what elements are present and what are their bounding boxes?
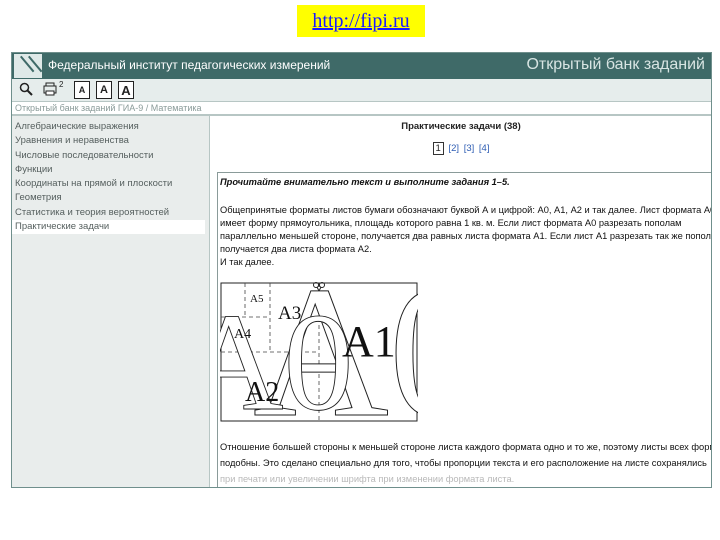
text-line: И так далее.: [220, 257, 275, 267]
task-panel: Прочитайте внимательно текст и выполните…: [217, 172, 711, 487]
sidebar-item-functions[interactable]: Функции: [12, 163, 209, 177]
fipi-link[interactable]: http://fipi.ru: [312, 10, 409, 33]
sidebar-item-practical[interactable]: Практические задачи: [12, 220, 205, 235]
font-small-button[interactable]: A: [74, 81, 90, 99]
a3-label: A3: [278, 303, 301, 324]
page-current[interactable]: 1: [432, 142, 444, 155]
paper-formats-figure: A0 A0 A1 A2 A3 A4 A5: [220, 281, 418, 423]
text-line: Отношение большей стороны к меньшей стор…: [220, 442, 711, 452]
pagination: 1 [2] [3] [4]: [211, 142, 711, 155]
font-large-button[interactable]: A: [118, 81, 134, 99]
org-title: Федеральный институт педагогических изме…: [48, 58, 331, 72]
a4-label: A4: [234, 327, 251, 342]
print-icon[interactable]: [42, 81, 58, 97]
sidebar-item-coordinates[interactable]: Координаты на прямой и плоскости: [12, 177, 209, 191]
a5-label: A5: [250, 293, 264, 305]
sidebar-item-equations[interactable]: Уравнения и неравенства: [12, 134, 209, 148]
page-link-2[interactable]: [2]: [448, 143, 459, 154]
main-content: Практические задачи (38) 1 [2] [3] [4] П…: [211, 116, 711, 487]
text-line: имеет форму прямоугольника, площадь кото…: [220, 218, 682, 228]
sidebar: Алгебраические выражения Уравнения и нер…: [12, 116, 210, 487]
a2-label: A2: [245, 377, 279, 408]
task-text-bottom: Отношение большей стороны к меньшей стор…: [220, 439, 711, 487]
site-header: Федеральный институт педагогических изме…: [12, 53, 711, 79]
font-medium-button[interactable]: A: [96, 81, 112, 99]
sidebar-item-statistics[interactable]: Статистика и теория вероятностей: [12, 206, 209, 220]
page-link-4[interactable]: [4]: [479, 143, 490, 154]
text-line: подобны. Это сделано специально для того…: [220, 458, 707, 468]
page-link-3[interactable]: [3]: [464, 143, 475, 154]
a1-label: A1: [342, 317, 396, 366]
sidebar-item-algebra[interactable]: Алгебраические выражения: [12, 120, 209, 134]
browser-frame: Федеральный институт педагогических изме…: [11, 52, 712, 488]
task-text: Общепринятые форматы листов бумаги обозн…: [220, 204, 711, 269]
fipi-logo-icon: [14, 54, 42, 78]
text-line: Общепринятые форматы листов бумаги обозн…: [220, 205, 711, 215]
text-line: параллельно меньшей стороне, получается …: [220, 231, 711, 241]
url-badge: http://fipi.ru: [297, 5, 425, 37]
sidebar-item-sequences[interactable]: Числовые последовательности: [12, 149, 209, 163]
bank-title: Открытый банк заданий: [526, 56, 705, 73]
toolbar: 2 A A A: [12, 79, 711, 102]
sidebar-item-geometry[interactable]: Геометрия: [12, 191, 209, 205]
text-line: получается два листа формата А2.: [220, 244, 372, 254]
search-icon[interactable]: [18, 81, 34, 97]
text-line: при печати или увеличении шрифта при изм…: [220, 474, 515, 484]
task-instruction: Прочитайте внимательно текст и выполните…: [220, 177, 510, 187]
section-title: Практические задачи (38): [401, 121, 521, 132]
print-count: 2: [59, 80, 64, 89]
